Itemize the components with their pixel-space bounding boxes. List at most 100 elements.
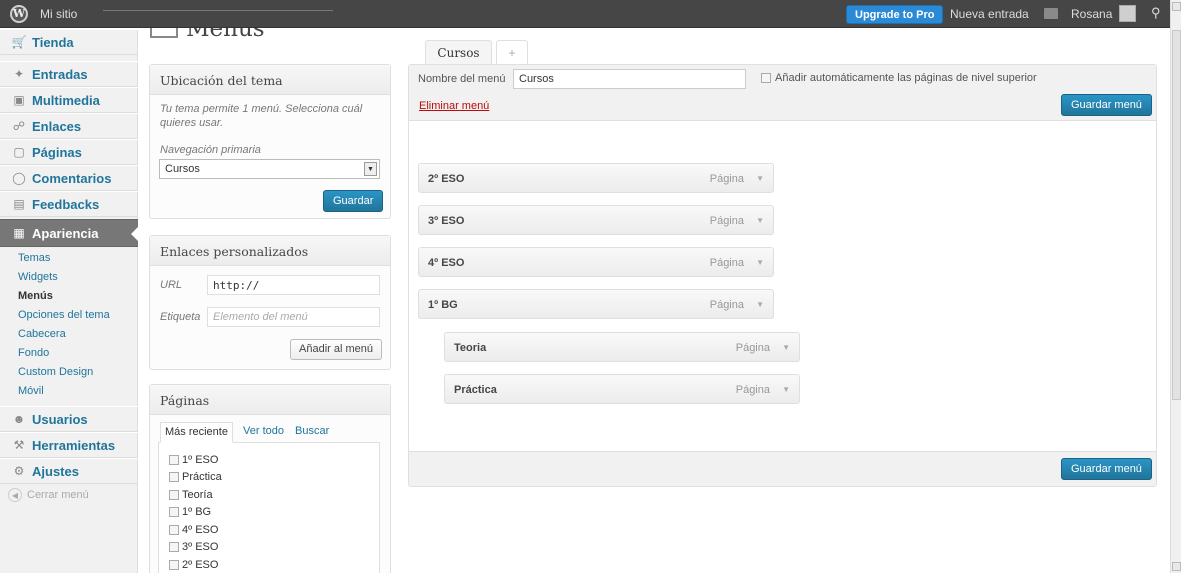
save-menu-button[interactable]: Guardar menú [1061,94,1152,116]
menu-item[interactable]: 4º ESO Página ▼ [418,247,774,277]
menu-item-title: 1º BG [428,299,458,311]
list-item[interactable]: 2º ESO [169,556,369,573]
site-name-link[interactable]: Mi sitio [40,7,77,21]
primary-nav-select[interactable]: Cursos ▼ [159,159,380,179]
add-to-menu-button[interactable]: Añadir al menú [290,339,382,360]
submenu-cabecera[interactable]: Cabecera [0,325,138,344]
tab-search[interactable]: Buscar [295,425,329,437]
list-item[interactable]: 1º BG [169,504,369,522]
theme-location-description: Tu tema permite 1 menú. Selecciona cuál … [160,103,363,129]
admin-bar-divider [103,10,333,11]
chevron-down-icon[interactable]: ▼ [756,216,764,225]
menu-item[interactable]: 3º ESO Página ▼ [418,205,774,235]
scroll-up-arrow[interactable] [1172,2,1181,11]
sidebar-item-usuarios[interactable]: ☻ Usuarios [0,406,138,432]
sidebar-item-label: Enlaces [32,118,82,134]
submenu-fondo[interactable]: Fondo [0,344,138,363]
sidebar-item-tienda[interactable]: 🛒 Tienda [0,29,138,55]
sidebar-item-entradas[interactable]: ✦ Entradas [0,61,138,87]
collapse-menu-label: Cerrar menú [27,489,89,501]
avatar[interactable] [1119,5,1136,22]
sidebar-item-ajustes[interactable]: ⚙ Ajustes [0,458,138,484]
submenu-widgets[interactable]: Widgets [0,268,138,287]
new-post-link[interactable]: Nueva entrada [950,7,1029,21]
primary-nav-label: Navegación primaria [160,144,261,156]
checkbox[interactable] [169,542,179,553]
custom-links-box: Enlaces personalizados URL http:// Etiqu… [149,235,391,370]
chevron-down-icon[interactable]: ▼ [756,300,764,309]
pages-checklist: 1º ESO Práctica Teoría 1º BG 4º ESO 3º E… [158,443,380,573]
sidebar-item-multimedia[interactable]: ▣ Multimedia [0,87,138,113]
theme-location-box: Ubicación del tema Tu tema permite 1 men… [149,64,391,219]
page-item-label: 3º ESO [182,541,219,554]
page-item-label: 1º BG [182,506,212,519]
checkbox[interactable] [169,559,179,570]
wordpress-logo-icon[interactable]: W [10,5,28,23]
menu-item[interactable]: 1º BG Página ▼ [418,289,774,319]
comment-icon: ◯ [12,171,26,185]
save-location-button[interactable]: Guardar [323,190,384,212]
user-name-link[interactable]: Rosana [1071,7,1112,21]
search-icon[interactable]: ⚲ [1151,5,1161,21]
checkbox[interactable] [169,507,179,518]
pages-icon: ▢ [13,145,25,159]
menu-item[interactable]: 2º ESO Página ▼ [418,163,774,193]
sidebar-item-label: Páginas [32,144,82,160]
theme-location-title: Ubicación del tema [150,65,390,95]
sidebar-item-paginas[interactable]: ▢ Páginas [0,139,138,165]
tab-most-recent[interactable]: Más reciente [160,422,233,443]
users-icon: ☻ [12,412,26,426]
checkbox[interactable] [169,454,179,465]
chevron-down-icon[interactable]: ▼ [782,343,790,352]
menu-item-child[interactable]: Práctica Página ▼ [444,374,800,404]
auto-add-checkbox[interactable] [761,73,771,83]
list-item[interactable]: 4º ESO [169,521,369,539]
link-icon: ☍ [12,119,26,133]
link-text-input[interactable]: Elemento del menú [207,307,380,327]
sidebar-item-apariencia[interactable]: ▦ Apariencia [0,219,139,247]
sidebar-item-herramientas[interactable]: ⚒ Herramientas [0,432,138,458]
checkbox[interactable] [169,524,179,535]
scroll-down-arrow[interactable] [1172,562,1181,571]
sidebar-item-label: Herramientas [32,437,116,453]
delete-menu-link[interactable]: Eliminar menú [419,100,489,112]
save-menu-button-bottom[interactable]: Guardar menú [1061,458,1152,480]
menu-editor-header: Nombre del menú Cursos Añadir automática… [409,65,1156,121]
menu-name-label: Nombre del menú [418,73,506,85]
tab-view-all[interactable]: Ver todo [243,425,284,437]
list-item[interactable]: Práctica [169,469,369,487]
url-input[interactable]: http:// [207,275,380,295]
upgrade-button[interactable]: Upgrade to Pro [846,5,944,24]
sidebar-item-comentarios[interactable]: ◯ Comentarios [0,165,138,191]
submenu-custom-design[interactable]: Custom Design [0,363,138,382]
menu-name-input[interactable]: Cursos [513,69,746,89]
pages-box-title: Páginas [150,385,390,415]
chevron-down-icon[interactable]: ▼ [756,174,764,183]
add-menu-tab[interactable]: + [496,40,528,65]
scroll-thumb[interactable] [1172,30,1181,400]
sidebar-item-label: Multimedia [32,92,100,108]
sidebar-item-feedbacks[interactable]: ▤ Feedbacks [0,191,138,217]
collapse-menu-button[interactable]: ◀ Cerrar menú [8,488,89,502]
list-item[interactable]: Teoría [169,486,369,504]
menu-item-child[interactable]: Teoria Página ▼ [444,332,800,362]
submenu-menus[interactable]: Menús [0,287,138,306]
checkbox[interactable] [169,472,179,483]
settings-icon: ⚙ [13,464,25,478]
menu-item-title: 3º ESO [428,215,465,227]
tab-cursos[interactable]: Cursos [425,40,492,65]
chevron-down-icon[interactable]: ▼ [756,258,764,267]
notifications-icon[interactable] [1044,8,1058,19]
submenu-temas[interactable]: Temas [0,249,138,268]
list-item[interactable]: 3º ESO [169,539,369,557]
list-item[interactable]: 1º ESO [169,451,369,469]
submenu-movil[interactable]: Móvil [0,382,138,401]
page-scrollbar[interactable] [1170,0,1181,573]
submenu-opciones-tema[interactable]: Opciones del tema [0,306,138,325]
sidebar-item-enlaces[interactable]: ☍ Enlaces [0,113,138,139]
sidebar-item-label: Ajustes [32,463,79,479]
chevron-down-icon[interactable]: ▼ [782,385,790,394]
page-item-label: 1º ESO [182,453,219,466]
menu-item-type: Página [709,173,744,185]
checkbox[interactable] [169,489,179,500]
